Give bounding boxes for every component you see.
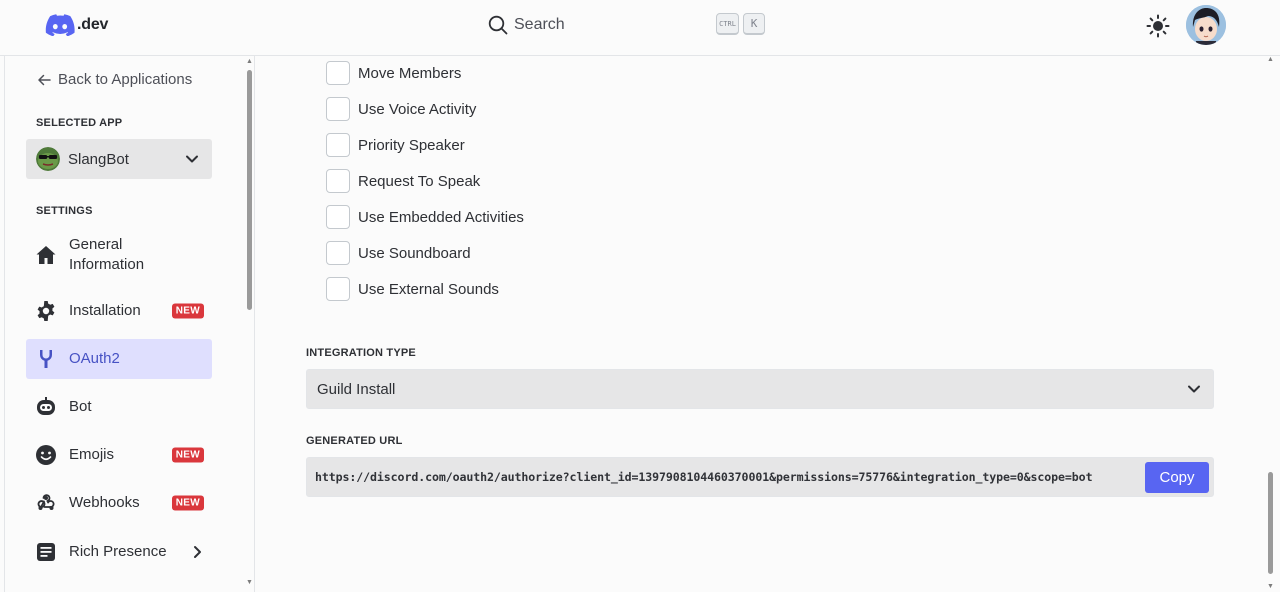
permission-checkbox[interactable] bbox=[326, 61, 350, 85]
search-icon bbox=[488, 15, 508, 35]
back-label: Back to Applications bbox=[58, 71, 193, 88]
app-name: SlangBot bbox=[68, 150, 129, 168]
permission-label: Request To Speak bbox=[358, 172, 481, 190]
arrow-left-icon bbox=[38, 74, 51, 85]
main-content: Move Members Use Voice Activity Priority… bbox=[256, 56, 1266, 592]
sidebar-item-label: Bot bbox=[69, 398, 92, 415]
sidebar-item-label: Emojis bbox=[69, 446, 115, 463]
permission-request-to-speak[interactable]: Request To Speak bbox=[326, 169, 480, 193]
back-to-applications-link[interactable]: Back to Applications bbox=[36, 71, 192, 88]
user-avatar[interactable] bbox=[1186, 5, 1226, 45]
generated-url-heading: GENERATED URL bbox=[306, 435, 403, 447]
generated-url-text[interactable]: https://discord.com/oauth2/authorize?cli… bbox=[315, 470, 1093, 484]
permission-checkbox[interactable] bbox=[326, 277, 350, 301]
sidebar-item-label: OAuth2 bbox=[69, 350, 120, 367]
sun-icon bbox=[1146, 14, 1170, 38]
document-icon bbox=[35, 541, 57, 563]
sidebar-item-rich-presence[interactable]: Rich Presence bbox=[26, 532, 212, 572]
sidebar-item-webhooks[interactable]: Webhooks NEW bbox=[26, 483, 212, 523]
chevron-right-icon bbox=[194, 546, 201, 558]
new-badge: NEW bbox=[171, 495, 204, 511]
permission-label: Priority Speaker bbox=[358, 136, 465, 154]
scroll-up-arrow-icon[interactable]: ▲ bbox=[246, 58, 253, 65]
sidebar-item-emojis[interactable]: Emojis NEW bbox=[26, 435, 212, 475]
permission-label: Use Voice Activity bbox=[358, 100, 477, 118]
webhook-icon bbox=[35, 492, 57, 514]
sidebar-scrollbar-thumb[interactable] bbox=[247, 70, 252, 310]
home-icon bbox=[35, 244, 57, 266]
main-scrollbar-thumb[interactable] bbox=[1268, 472, 1273, 574]
permission-checkbox[interactable] bbox=[326, 97, 350, 121]
chevron-down-icon bbox=[186, 155, 198, 163]
sidebar-item-oauth2[interactable]: OAuth2 bbox=[26, 339, 212, 379]
new-badge: NEW bbox=[171, 447, 204, 463]
selected-app-heading: SELECTED APP bbox=[36, 117, 123, 129]
gear-icon bbox=[35, 300, 57, 322]
main-scrollbar[interactable]: ▲ ▼ bbox=[1266, 56, 1276, 592]
top-bar: .dev Search CTRL K bbox=[0, 0, 1280, 56]
avatar-image bbox=[1186, 5, 1226, 45]
app-selector[interactable]: SlangBot bbox=[26, 139, 212, 179]
sidebar-item-label: Webhooks bbox=[69, 494, 140, 511]
permission-checkbox[interactable] bbox=[326, 205, 350, 229]
sidebar-item-bot[interactable]: Bot bbox=[26, 387, 212, 427]
scroll-up-arrow-icon[interactable]: ▲ bbox=[1267, 56, 1274, 63]
discord-dev-logo[interactable]: .dev bbox=[45, 14, 108, 36]
permission-checkbox[interactable] bbox=[326, 241, 350, 265]
search-label: Search bbox=[514, 16, 565, 33]
sidebar: Back to Applications SELECTED APP SlangB… bbox=[5, 56, 255, 592]
app-avatar bbox=[36, 147, 60, 171]
sidebar-item-installation[interactable]: Installation NEW bbox=[26, 291, 212, 331]
scroll-down-arrow-icon[interactable]: ▼ bbox=[1267, 583, 1274, 590]
k-key-hint: K bbox=[743, 13, 765, 35]
permission-use-soundboard[interactable]: Use Soundboard bbox=[326, 241, 471, 265]
copy-button[interactable]: Copy bbox=[1145, 462, 1209, 493]
permission-label: Move Members bbox=[358, 64, 462, 82]
wrench-icon bbox=[35, 348, 57, 370]
discord-logo-icon bbox=[45, 14, 75, 36]
integration-type-select[interactable]: Guild Install bbox=[306, 369, 1214, 409]
new-badge: NEW bbox=[171, 303, 204, 319]
permission-label: Use Soundboard bbox=[358, 244, 471, 262]
sidebar-item-label: General Information bbox=[69, 236, 145, 273]
sidebar-item-general-information[interactable]: General Information bbox=[26, 235, 212, 275]
permission-label: Use Embedded Activities bbox=[358, 208, 524, 226]
permission-move-members[interactable]: Move Members bbox=[326, 61, 461, 85]
bot-icon bbox=[35, 396, 57, 418]
sidebar-item-label: Rich Presence bbox=[69, 543, 167, 560]
integration-type-heading: INTEGRATION TYPE bbox=[306, 347, 416, 359]
generated-url-field[interactable]: https://discord.com/oauth2/authorize?cli… bbox=[306, 457, 1214, 497]
permission-checkbox[interactable] bbox=[326, 169, 350, 193]
logo-text: .dev bbox=[77, 16, 109, 33]
chevron-down-icon bbox=[1188, 385, 1200, 393]
settings-heading: SETTINGS bbox=[36, 205, 93, 217]
theme-toggle-button[interactable] bbox=[1146, 14, 1170, 38]
permission-use-voice-activity[interactable]: Use Voice Activity bbox=[326, 97, 476, 121]
permission-use-embedded-activities[interactable]: Use Embedded Activities bbox=[326, 205, 524, 229]
permission-checkbox[interactable] bbox=[326, 133, 350, 157]
emoji-icon bbox=[35, 444, 57, 466]
ctrl-key-hint: CTRL bbox=[716, 13, 739, 35]
permission-label: Use External Sounds bbox=[358, 280, 499, 298]
sidebar-item-label: Installation bbox=[69, 302, 141, 319]
integration-type-value: Guild Install bbox=[317, 380, 396, 398]
scroll-down-arrow-icon[interactable]: ▼ bbox=[246, 579, 253, 586]
sidebar-scrollbar[interactable]: ▲ ▼ bbox=[245, 58, 255, 588]
permission-priority-speaker[interactable]: Priority Speaker bbox=[326, 133, 465, 157]
permission-use-external-sounds[interactable]: Use External Sounds bbox=[326, 277, 499, 301]
search-button[interactable]: Search bbox=[488, 14, 565, 36]
